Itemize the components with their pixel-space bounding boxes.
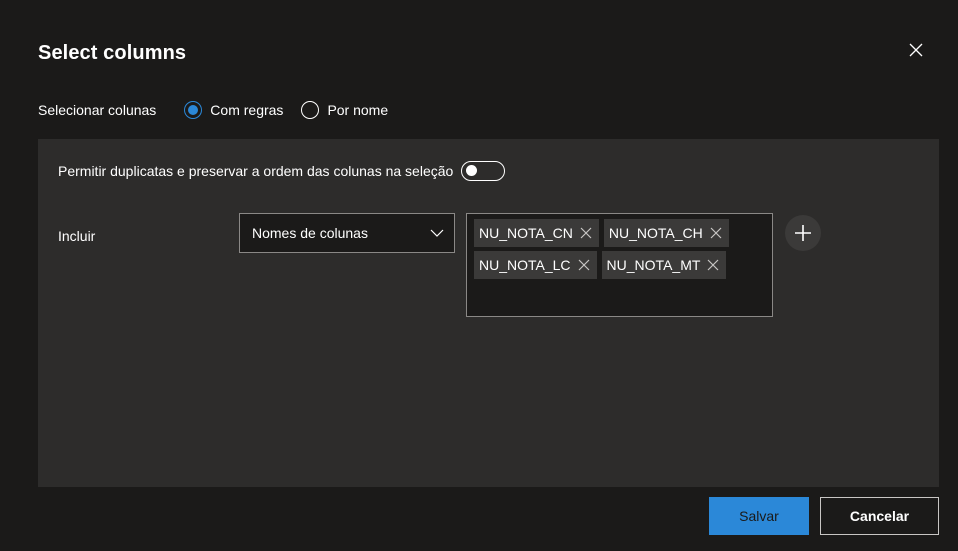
duplicates-label: Permitir duplicatas e preservar a ordem … <box>58 163 454 179</box>
save-button[interactable]: Salvar <box>709 497 809 535</box>
dialog-title: Select columns <box>38 42 187 64</box>
cancel-button[interactable]: Cancelar <box>820 497 939 535</box>
chevron-down-icon <box>430 229 444 237</box>
radio-por-nome-label: Por nome <box>327 102 389 118</box>
column-tag-label: NU_NOTA_CH <box>608 225 703 241</box>
duplicates-row: Permitir duplicatas e preservar a ordem … <box>58 159 506 183</box>
toggle-knob <box>466 165 478 176</box>
column-tag-label: NU_NOTA_MT <box>606 257 701 273</box>
column-tag-label: NU_NOTA_CN <box>479 225 573 241</box>
duplicates-toggle[interactable] <box>461 161 506 181</box>
include-type-dropdown[interactable]: Nomes de colunas <box>239 213 455 253</box>
radio-com-regras[interactable]: Com regras <box>184 101 283 119</box>
select-columns-dialog: Select columns Selecionar colunas Com re… <box>0 0 958 551</box>
column-selection-mode: Selecionar colunas Com regras Por nome <box>38 98 406 122</box>
remove-tag-icon[interactable] <box>579 226 593 240</box>
column-tag: NU_NOTA_CH <box>603 219 729 247</box>
remove-tag-icon[interactable] <box>709 226 723 240</box>
remove-tag-icon[interactable] <box>706 258 720 272</box>
rules-panel: Permitir duplicatas e preservar a ordem … <box>38 139 939 487</box>
close-icon <box>909 43 923 57</box>
selection-mode-label: Selecionar colunas <box>38 102 157 118</box>
remove-tag-icon[interactable] <box>577 258 591 272</box>
plus-icon <box>795 225 811 241</box>
close-button[interactable] <box>904 38 928 62</box>
radio-por-nome[interactable]: Por nome <box>301 101 388 119</box>
column-tag: NU_NOTA_MT <box>601 251 727 279</box>
column-tag: NU_NOTA_LC <box>474 251 597 279</box>
radio-unchecked-icon <box>301 101 320 119</box>
dropdown-value: Nomes de colunas <box>252 225 368 241</box>
radio-com-regras-label: Com regras <box>210 102 284 118</box>
radio-checked-icon <box>184 101 203 119</box>
column-tag: NU_NOTA_CN <box>474 219 599 247</box>
column-tag-label: NU_NOTA_LC <box>479 257 571 273</box>
column-names-input[interactable]: NU_NOTA_CN NU_NOTA_CH NU_NOTA_LC NU_NOTA… <box>466 213 773 317</box>
add-rule-button[interactable] <box>785 215 821 251</box>
include-label: Incluir <box>58 228 96 244</box>
